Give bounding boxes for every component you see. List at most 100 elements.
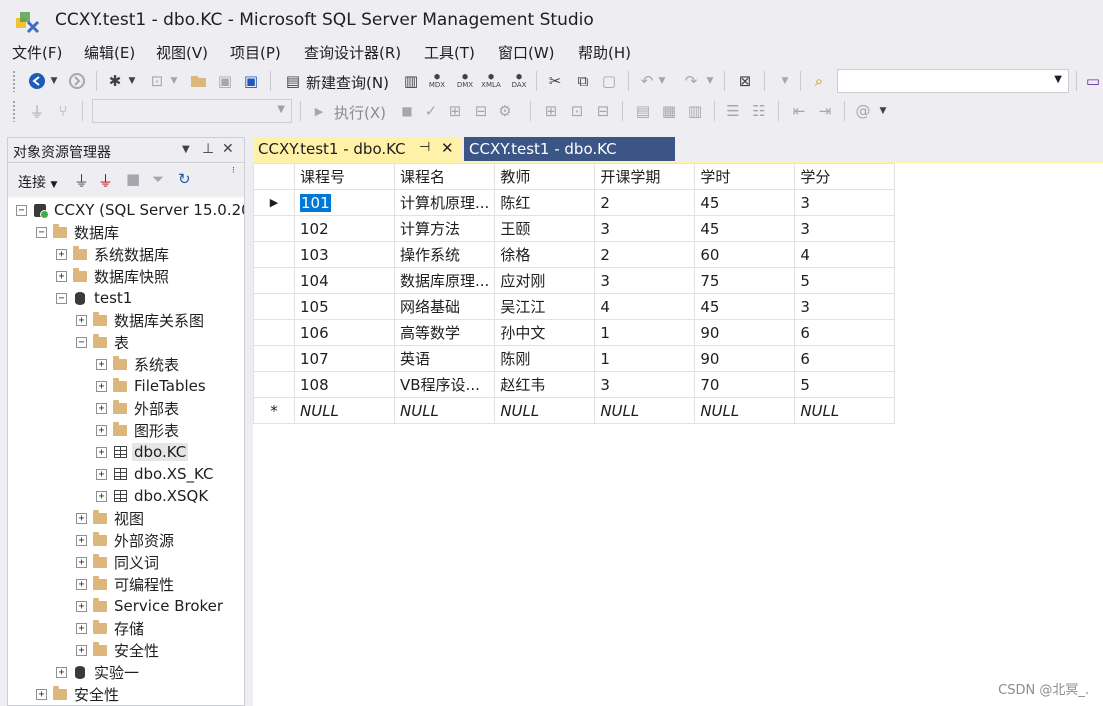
filter-icon[interactable]: ⏷ — [152, 170, 164, 188]
tab-dbo-kc-active[interactable]: CCXY.test1 - dbo.KC ⊣ ✕ — [253, 137, 462, 162]
add-item-icon[interactable]: ⊡ — [146, 70, 168, 92]
grid-cell[interactable]: 计算方法 — [393, 215, 496, 242]
solution-config-dropdown-icon[interactable]: ▼ — [778, 70, 792, 92]
new-query-icon[interactable]: ▤ — [282, 70, 304, 92]
row-header[interactable] — [253, 319, 295, 346]
tree-node[interactable]: + 图形表 — [96, 419, 181, 441]
null-cell[interactable]: NULL — [694, 397, 796, 424]
close-icon[interactable]: ✕ — [222, 141, 234, 157]
grid-cell[interactable]: 70 — [694, 371, 796, 398]
grid-cell[interactable]: 90 — [694, 345, 796, 372]
menu-file[interactable]: 文件(F) — [12, 42, 62, 63]
forward-icon[interactable] — [66, 70, 88, 92]
new-project-icon[interactable]: ✱ — [104, 70, 126, 92]
tree-node[interactable]: + FileTables — [96, 375, 208, 397]
disconnect-icon[interactable]: ⏚ — [98, 170, 113, 191]
tree-node[interactable]: + 同义词 — [76, 551, 161, 573]
expand-icon[interactable]: + — [76, 512, 87, 524]
grid-cell[interactable]: 1 — [594, 319, 696, 346]
add-item-dropdown-icon[interactable]: ▼ — [168, 70, 180, 92]
table-row[interactable]: 104 数据库原理... 应对刚 3 75 5 — [253, 267, 896, 294]
table-row[interactable]: ▶ 101 计算机原理... 陈红 2 45 3 — [253, 189, 896, 216]
pin-icon[interactable]: ⊥ — [202, 141, 214, 157]
expand-icon[interactable]: + — [96, 446, 107, 458]
extension-icon[interactable]: ▭ — [1082, 70, 1103, 92]
refresh-icon[interactable]: ↻ — [178, 170, 191, 188]
change-connection-icon[interactable]: ⑂ — [52, 100, 74, 122]
grid-cell[interactable]: 网络基础 — [393, 293, 496, 320]
new-project-dropdown-icon[interactable]: ▼ — [126, 70, 138, 92]
pin-tab-icon[interactable]: ⊣ — [419, 140, 430, 155]
open-file-icon[interactable] — [188, 70, 210, 92]
expand-icon[interactable]: + — [96, 490, 107, 502]
new-row-indicator[interactable]: * — [253, 397, 295, 424]
grid-cell[interactable]: 6 — [794, 319, 896, 346]
expand-icon[interactable]: + — [76, 314, 87, 326]
mdx-query-icon[interactable]: ⬢ MDX — [426, 70, 448, 92]
grid-cell[interactable]: 104 — [294, 267, 395, 294]
column-header[interactable]: 开课学期 — [594, 163, 696, 190]
redo-icon[interactable]: ↷ — [680, 70, 702, 92]
tree-node[interactable]: + 存储 — [76, 617, 146, 639]
live-stats-icon[interactable]: ⊡ — [566, 100, 588, 122]
expand-icon[interactable]: + — [96, 358, 107, 370]
back-icon[interactable] — [26, 70, 48, 92]
grid-cell[interactable]: 108 — [294, 371, 395, 398]
grid-cell[interactable]: 陈刚 — [494, 345, 596, 372]
grid-cell[interactable]: 3 — [594, 371, 696, 398]
collapse-icon[interactable]: − — [36, 226, 47, 238]
save-all-icon[interactable]: ▣ — [240, 70, 262, 92]
tree-node[interactable]: + 数据库关系图 — [76, 309, 206, 331]
grid-cell[interactable]: 2 — [594, 241, 696, 268]
tree-node[interactable]: − CCXY (SQL Server 15.0.2000 — [16, 199, 244, 221]
tree-node[interactable]: + dbo.XSQK — [96, 485, 210, 507]
results-to-grid-icon[interactable]: ▦ — [658, 100, 680, 122]
expand-icon[interactable]: + — [96, 380, 107, 392]
decrease-indent-icon[interactable]: ⇤ — [788, 100, 810, 122]
row-header[interactable] — [253, 267, 295, 294]
undo-dropdown-icon[interactable]: ▼ — [656, 70, 668, 92]
toolbar-grip[interactable] — [12, 100, 16, 122]
grid-cell[interactable]: 3 — [594, 267, 696, 294]
menu-window[interactable]: 窗口(W) — [498, 42, 555, 63]
grid-cell[interactable]: 45 — [694, 189, 796, 216]
grid-cell[interactable]: 90 — [694, 319, 796, 346]
null-cell[interactable]: NULL — [494, 397, 596, 424]
tree-node[interactable]: + 视图 — [76, 507, 146, 529]
tree-node[interactable]: + 外部表 — [96, 397, 181, 419]
row-header[interactable] — [253, 215, 295, 242]
expand-icon[interactable]: + — [56, 270, 67, 282]
connect-object-icon[interactable]: ⏚ — [74, 170, 89, 191]
column-header[interactable]: 教师 — [494, 163, 596, 190]
column-header[interactable]: 学时 — [694, 163, 796, 190]
table-row[interactable]: 107 英语 陈刚 1 90 6 — [253, 345, 896, 372]
column-header[interactable]: 学分 — [794, 163, 896, 190]
table-row[interactable]: 105 网络基础 吴江江 4 45 3 — [253, 293, 896, 320]
find-combobox[interactable]: ▼ — [837, 69, 1069, 93]
window-position-dropdown-icon[interactable]: ▼ — [182, 144, 190, 155]
available-databases-combobox[interactable]: ▼ — [92, 99, 292, 123]
grid-cell[interactable]: VB程序设... — [393, 371, 496, 398]
grid-cell[interactable]: 105 — [294, 293, 395, 320]
grid-cell[interactable]: 应对刚 — [494, 267, 596, 294]
grid-cell[interactable]: 107 — [294, 345, 395, 372]
grid-cell[interactable]: 45 — [694, 293, 796, 320]
find-in-files-icon[interactable]: ⌕ — [808, 70, 830, 92]
tree-node[interactable]: − 数据库 — [36, 221, 121, 243]
expand-icon[interactable]: + — [96, 468, 107, 480]
copy-icon[interactable]: ⧉ — [572, 70, 594, 92]
expand-icon[interactable]: + — [56, 248, 67, 260]
query-options-icon[interactable]: ⚙ — [494, 100, 516, 122]
grid-cell[interactable]: 5 — [794, 371, 896, 398]
table-row[interactable]: 102 计算方法 王颐 3 45 3 — [253, 215, 896, 242]
tree-node[interactable]: + 外部资源 — [76, 529, 176, 551]
grid-cell[interactable]: 2 — [594, 189, 696, 216]
new-query-button[interactable]: 新建查询(N) — [306, 72, 389, 93]
back-dropdown-icon[interactable]: ▼ — [48, 70, 60, 92]
xmla-query-icon[interactable]: ⬢ XMLA — [480, 70, 502, 92]
expand-icon[interactable]: + — [96, 402, 107, 414]
row-header[interactable] — [253, 371, 295, 398]
grid-cell[interactable]: 3 — [794, 189, 896, 216]
grid-cell[interactable]: 106 — [294, 319, 395, 346]
find-dropdown-icon[interactable]: ▼ — [1054, 74, 1062, 85]
